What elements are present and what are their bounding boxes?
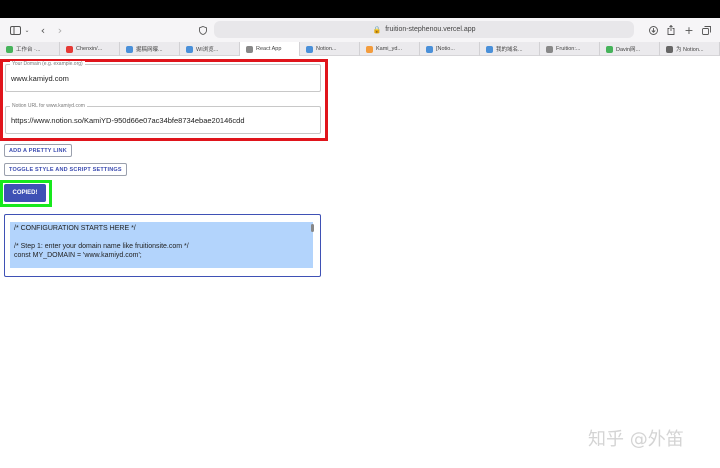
browser-tab[interactable]: 掘稿网曝...	[120, 42, 180, 56]
tab-label: 工作台 ·...	[16, 47, 41, 53]
new-tab-icon[interactable]: +	[684, 22, 694, 38]
sidebar-icon[interactable]	[8, 22, 22, 38]
domain-field-value: www.kamiyd.com	[11, 74, 69, 83]
url-text: fruition-stephenou.vercel.app	[385, 26, 476, 33]
page-content: Your Domain (e.g. example.org) www.kamiy…	[0, 57, 720, 468]
browser-tab[interactable]: Fruition:...	[540, 42, 600, 56]
tab-favicon-icon	[306, 45, 313, 53]
toggle-settings-button[interactable]: TOGGLE STYLE AND SCRIPT SETTINGS	[4, 163, 127, 176]
browser-tab[interactable]: 为 Notion...	[660, 42, 720, 56]
notion-url-field-value: https://www.notion.so/KamiYD-950d66e07ac…	[11, 116, 245, 125]
scrollbar-thumb[interactable]	[311, 224, 314, 232]
lock-icon: 🔒	[372, 26, 382, 34]
forward-icon[interactable]: ›	[55, 22, 65, 38]
tab-favicon-icon	[426, 45, 433, 53]
system-top-bar	[0, 0, 720, 18]
code-panel: /* CONFIGURATION STARTS HERE */ /* Step …	[4, 214, 321, 277]
notion-url-field[interactable]: Notion URL for www.kamiyd.com https://ww…	[5, 103, 321, 134]
tab-label: WI浏览...	[196, 47, 219, 53]
tab-favicon-icon	[606, 45, 613, 53]
tab-strip: 工作台 ·... Chenxin/... 掘稿网曝... WI浏览... React A…	[0, 42, 720, 56]
watermark: 知乎 @外笛	[588, 429, 684, 450]
browser-tab[interactable]: WI浏览...	[180, 42, 240, 56]
browser-tab[interactable]: 工作台 ·...	[0, 42, 60, 56]
browser-tab[interactable]: [Notio...	[420, 42, 480, 56]
tab-favicon-icon	[186, 45, 193, 53]
tab-favicon-icon	[486, 45, 493, 53]
share-icon[interactable]	[666, 22, 676, 38]
tab-label: 掘稿网曝...	[136, 47, 163, 53]
browser-tab[interactable]: React App	[240, 42, 300, 56]
domain-field[interactable]: Your Domain (e.g. example.org) www.kamiy…	[5, 61, 321, 92]
tab-overview-icon[interactable]	[701, 22, 711, 38]
tab-favicon-icon	[366, 45, 373, 53]
tab-favicon-icon	[246, 45, 253, 53]
tab-label: 为 Notion...	[676, 47, 704, 53]
tab-label: React App	[256, 46, 282, 52]
browser-tab[interactable]: Davin网...	[600, 42, 660, 56]
tab-label: Notion...	[316, 46, 337, 52]
privacy-shield-icon[interactable]	[198, 22, 208, 38]
browser-toolbar: ⌄ ‹ › 🔒 fruition-stephenou.vercel.app +	[0, 18, 720, 42]
tab-favicon-icon	[666, 45, 673, 53]
tab-label: Davin网...	[616, 47, 641, 53]
add-pretty-link-button[interactable]: ADD A PRETTY LINK	[4, 144, 72, 157]
tab-favicon-icon	[126, 45, 133, 53]
tab-label: Fruition:...	[556, 46, 581, 52]
domain-field-label: Your Domain (e.g. example.org)	[10, 61, 85, 68]
tab-label: Chenxin/...	[76, 46, 103, 52]
copied-button[interactable]: COPIED!	[4, 184, 46, 202]
tab-favicon-icon	[546, 45, 553, 53]
browser-tab[interactable]: Notion...	[300, 42, 360, 56]
tab-label: 我的域名...	[496, 47, 523, 53]
tab-label: Kami_yd...	[376, 46, 402, 52]
browser-tab[interactable]: Kami_yd...	[360, 42, 420, 56]
chevron-down-icon[interactable]: ⌄	[23, 22, 31, 38]
code-textarea[interactable]: /* CONFIGURATION STARTS HERE */ /* Step …	[10, 222, 313, 268]
download-icon[interactable]	[648, 22, 658, 38]
browser-tab[interactable]: 我的域名...	[480, 42, 540, 56]
address-bar[interactable]: 🔒 fruition-stephenou.vercel.app	[214, 21, 634, 38]
tab-favicon-icon	[6, 45, 13, 53]
notion-url-field-label: Notion URL for www.kamiyd.com	[10, 103, 87, 110]
tab-label: [Notio...	[436, 46, 455, 52]
back-icon[interactable]: ‹	[38, 22, 48, 38]
tab-favicon-icon	[66, 45, 73, 53]
browser-tab[interactable]: Chenxin/...	[60, 42, 120, 56]
